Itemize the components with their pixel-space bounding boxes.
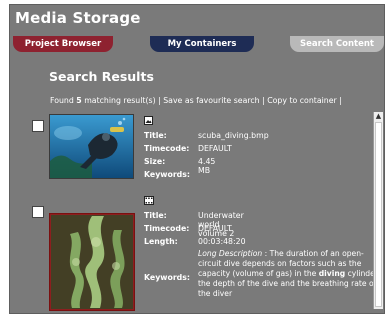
save-favourite-search-link[interactable]: Save as favourite search bbox=[163, 96, 259, 105]
scroll-up-arrow-icon[interactable]: ▲ bbox=[374, 112, 383, 120]
found-suffix: matching result(s) bbox=[81, 96, 156, 105]
timecode-label: Timecode: bbox=[144, 144, 190, 153]
results-scrollbar[interactable]: ▲ bbox=[373, 112, 383, 309]
title-value: scuba_diving.bmp bbox=[198, 131, 269, 140]
long-description: Long Description : The duration of an op… bbox=[198, 249, 384, 299]
timecode-label: Timecode: bbox=[144, 224, 190, 233]
timecode-value: DEFAULT bbox=[198, 144, 232, 153]
result-2-thumbnail[interactable] bbox=[49, 213, 135, 311]
copy-to-container-link[interactable]: Copy to container bbox=[267, 96, 337, 105]
image-icon bbox=[144, 116, 153, 125]
result-1-checkbox[interactable] bbox=[32, 120, 44, 132]
tab-bar: Project Browser My Containers Search Con… bbox=[10, 36, 384, 52]
film-icon bbox=[144, 196, 154, 205]
keywords-label: Keywords: bbox=[144, 273, 191, 282]
found-prefix: Found bbox=[50, 96, 77, 105]
result-1-thumbnail[interactable] bbox=[49, 114, 134, 179]
title-label: Title: bbox=[144, 131, 167, 140]
size-label: Size: bbox=[144, 157, 166, 166]
media-storage-window: Media Storage Project Browser My Contain… bbox=[9, 4, 385, 314]
timecode-value: DEFAULT bbox=[198, 224, 232, 233]
results-status-line: Found 5 matching result(s) | Save as fav… bbox=[50, 96, 342, 105]
tab-my-containers[interactable]: My Containers bbox=[150, 36, 254, 52]
highlighted-keyword: diving bbox=[318, 269, 346, 278]
long-description-label: Long Description bbox=[198, 249, 263, 258]
size-value: 4.45 MB bbox=[198, 157, 216, 175]
search-results-heading: Search Results bbox=[49, 69, 154, 84]
title-label: Title: bbox=[144, 211, 167, 220]
scrollbar-thumb[interactable] bbox=[375, 122, 382, 307]
tab-search-content[interactable]: Search Content bbox=[290, 36, 384, 52]
scuba-diving-image bbox=[50, 115, 133, 178]
underwater-world-image bbox=[50, 214, 134, 310]
result-2-checkbox[interactable] bbox=[32, 206, 44, 218]
tab-project-browser[interactable]: Project Browser bbox=[13, 36, 113, 52]
length-label: Length: bbox=[144, 237, 178, 246]
app-title: Media Storage bbox=[15, 9, 141, 27]
keywords-label: Keywords: bbox=[144, 170, 191, 179]
length-value: 00:03:48:20 bbox=[198, 237, 246, 246]
separator: | bbox=[336, 96, 342, 105]
